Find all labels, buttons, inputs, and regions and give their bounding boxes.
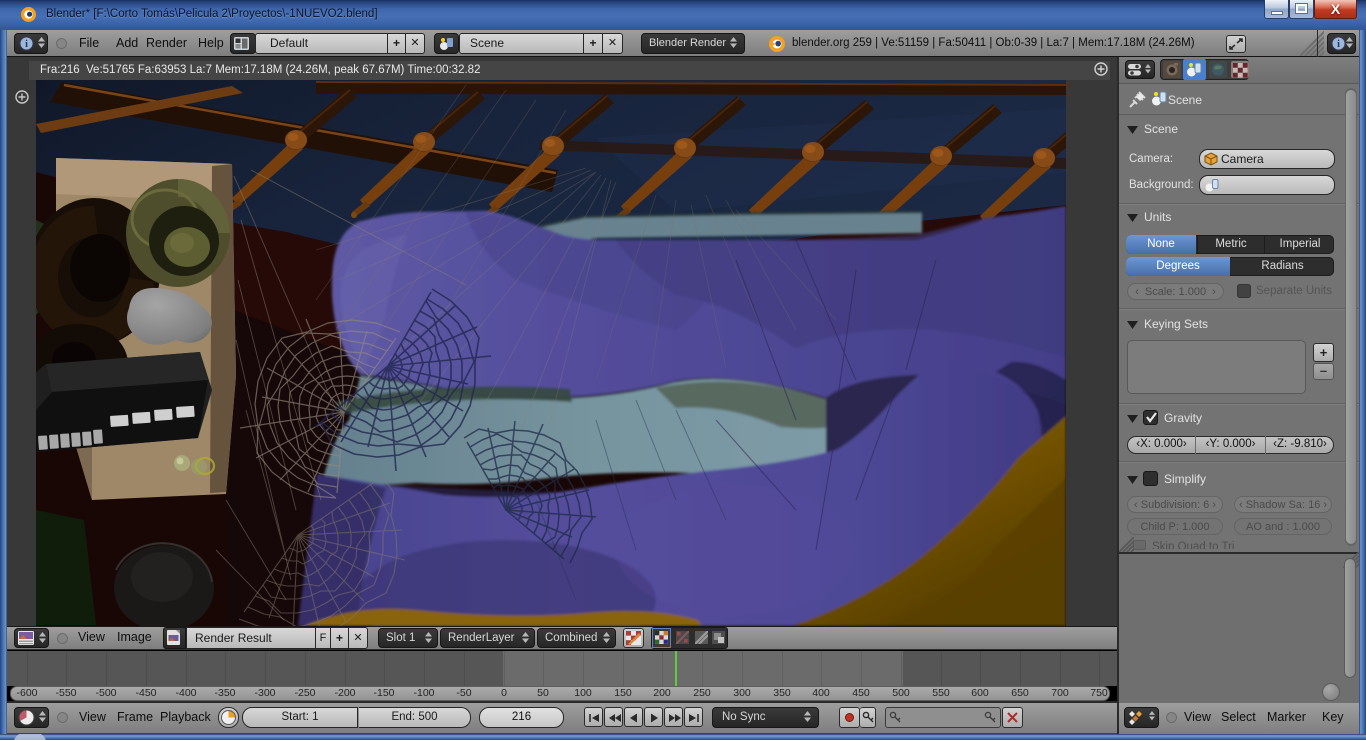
svg-text:i: i xyxy=(25,39,28,50)
svg-text:i: i xyxy=(1337,39,1340,50)
